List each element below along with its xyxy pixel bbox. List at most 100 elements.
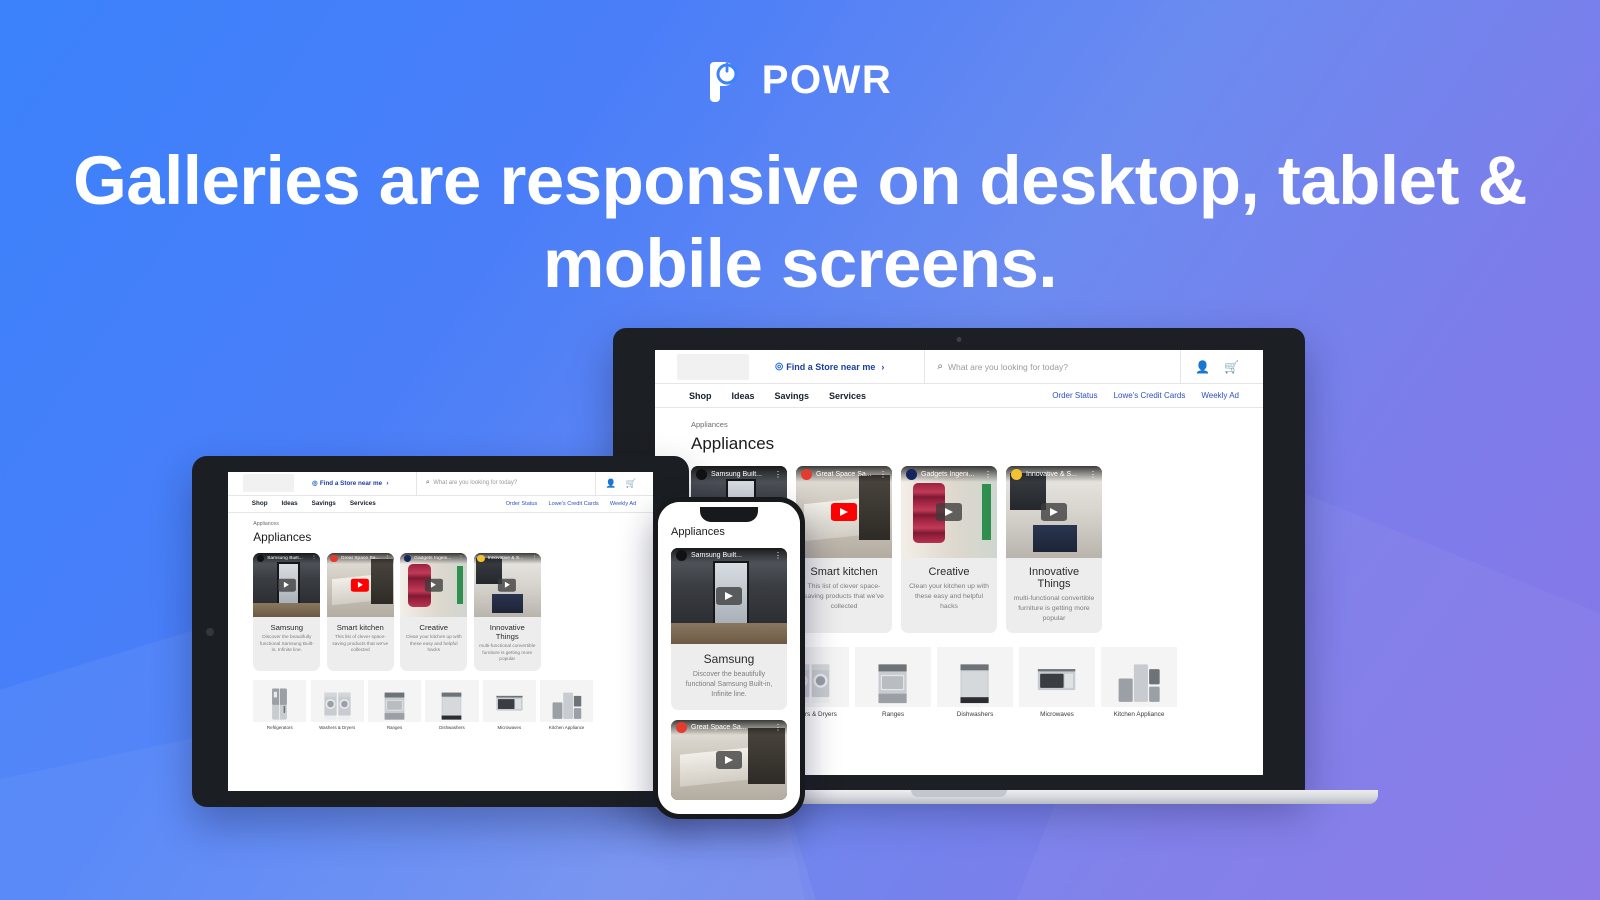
nav-link-2[interactable]: Weekly Ad — [1201, 391, 1239, 400]
nav-item-services[interactable]: Services — [829, 391, 866, 401]
product-category-item[interactable]: Microwaves — [1019, 646, 1095, 718]
youtube-play-icon[interactable] — [424, 578, 443, 592]
youtube-play-icon[interactable] — [716, 587, 742, 605]
video-channel-title: Samsung Built... — [711, 470, 762, 478]
great-space-channel-avatar — [330, 554, 338, 563]
nav-item-savings[interactable]: Savings — [312, 500, 336, 507]
youtube-play-icon[interactable] — [1041, 503, 1067, 521]
nav-item-shop[interactable]: Shop — [252, 500, 268, 507]
youtube-play-icon[interactable] — [831, 503, 857, 521]
video-header-bar: Innovative & S... ⋮ — [473, 552, 541, 565]
nav-link-2[interactable]: Weekly Ad — [610, 501, 636, 507]
youtube-play-icon[interactable] — [498, 578, 517, 592]
card-media[interactable]: Innovative & S... ⋮ — [473, 552, 541, 618]
nav-link-1[interactable]: Lowe's Credit Cards — [1114, 391, 1186, 400]
gallery-card[interactable]: Gadgets Ingeni... ⋮ Creative Clean your kit… — [400, 552, 468, 671]
more-vertical-icon[interactable]: ⋮ — [774, 551, 782, 560]
product-category-label: Microwaves — [1040, 710, 1074, 718]
person-icon-glyph[interactable]: 👤 — [1195, 360, 1210, 374]
shopping-cart-icon[interactable]: 🛒 — [1224, 360, 1239, 374]
phone-mockup: Appliances Samsung Built... ⋮ Samsung Discov… — [653, 497, 805, 819]
product-category-item[interactable]: Dishwashers — [937, 646, 1013, 718]
breadcrumb[interactable]: Appliances — [253, 521, 653, 527]
nav-item-shop[interactable]: Shop — [689, 391, 712, 401]
product-category-item[interactable]: Kitchen Appliance — [540, 680, 594, 730]
nav-item-ideas[interactable]: Ideas — [282, 500, 298, 507]
video-channel-title: Gadgets Ingeni... — [921, 470, 975, 478]
nav-item-ideas[interactable]: Ideas — [732, 391, 755, 401]
find-store-link[interactable]: ◎ Find a Store near me › — [311, 479, 388, 488]
product-image — [367, 680, 422, 723]
card-media[interactable]: Innovative & S... ⋮ — [1006, 466, 1102, 558]
search-field[interactable]: ⌕ What are you looking for today? — [416, 472, 596, 495]
gallery-card[interactable]: Innovative & S... ⋮ Innovative Things multi… — [473, 552, 541, 671]
more-vertical-icon[interactable]: ⋮ — [774, 470, 782, 479]
site-logo-placeholder — [677, 353, 749, 380]
nav-link-0[interactable]: Order Status — [506, 501, 538, 507]
gallery-card[interactable]: Great Space Sa... ⋮ Smart kitchen This list… — [326, 552, 394, 671]
card-media[interactable]: Samsung Built... ⋮ — [253, 552, 321, 618]
play-triangle-icon — [725, 756, 733, 765]
card-media[interactable]: Great Space Sa... ⋮ — [326, 552, 394, 618]
product-category-item[interactable]: Ranges — [855, 646, 931, 718]
play-triangle-icon — [357, 582, 363, 589]
video-channel-title: Samsung Built... — [267, 555, 303, 561]
youtube-play-icon[interactable] — [716, 751, 742, 770]
card-body: Samsung Discover the beautifully function… — [671, 644, 787, 710]
gallery-card[interactable]: Gadgets Ingeni... ⋮ Creative Clean your kit… — [901, 466, 997, 633]
youtube-play-icon[interactable] — [936, 503, 962, 521]
nav-item-savings[interactable]: Savings — [775, 391, 810, 401]
youtube-play-icon[interactable] — [351, 578, 370, 592]
product-category-item[interactable]: Refrigerators — [253, 680, 307, 731]
top-bar-icons: 👤 🛒 — [1195, 360, 1239, 374]
brand-header: POWR — [0, 58, 1600, 102]
nav-link-0[interactable]: Order Status — [1052, 391, 1097, 400]
avatar-glyph — [906, 468, 917, 480]
product-category-item[interactable]: Ranges — [367, 680, 422, 730]
more-vertical-icon[interactable]: ⋮ — [879, 470, 887, 479]
card-body: Innovative Things multi-functional conver… — [1006, 558, 1102, 633]
find-store-link[interactable]: ◎ Find a Store near me › — [775, 361, 884, 372]
location-pin-icon: ◎ — [311, 480, 318, 488]
more-vertical-icon[interactable]: ⋮ — [774, 723, 782, 732]
product-category-item[interactable]: Dishwashers — [425, 680, 479, 731]
gallery-card[interactable]: Samsung Built... ⋮ Samsung Discover the bea… — [253, 552, 321, 671]
person-icon-glyph[interactable]: 👤 — [606, 478, 616, 489]
card-description: Discover the beautifully functional Sams… — [685, 671, 773, 699]
card-media[interactable]: Great Space Sa... ⋮ — [671, 720, 787, 801]
more-vertical-icon[interactable]: ⋮ — [1089, 470, 1097, 479]
card-title: Innovative Things — [489, 622, 525, 641]
site-top-bar: ◎ Find a Store near me › ⌕ What are you look… — [228, 472, 653, 496]
website-preview-tablet: ◎ Find a Store near me › ⌕ What are you look… — [228, 472, 653, 791]
product-category-item[interactable]: Kitchen Appliance — [1101, 646, 1177, 718]
gallery-card[interactable]: Innovative & S... ⋮ Innovative Things multi… — [1006, 466, 1102, 633]
site-logo-placeholder — [243, 474, 294, 493]
product-category-item[interactable]: Microwaves — [482, 680, 536, 730]
youtube-play-icon[interactable] — [277, 578, 296, 592]
more-vertical-icon[interactable]: ⋮ — [458, 555, 464, 561]
product-image — [855, 646, 931, 707]
product-category-item[interactable]: Washers & Dryers — [310, 680, 364, 730]
card-media[interactable]: Gadgets Ingeni... ⋮ — [400, 552, 468, 618]
more-vertical-icon[interactable]: ⋮ — [532, 555, 538, 561]
breadcrumb[interactable]: Appliances — [691, 420, 1263, 429]
product-category-label: Dishwashers — [439, 725, 465, 731]
gallery-card[interactable]: Samsung Built... ⋮ Samsung Discover the bea… — [671, 548, 787, 711]
search-input-placeholder[interactable]: What are you looking for today? — [948, 362, 1068, 372]
product-category-label: Refrigerators — [266, 725, 293, 731]
nav-link-1[interactable]: Lowe's Credit Cards — [548, 501, 598, 507]
card-media[interactable]: Gadgets Ingeni... ⋮ — [901, 466, 997, 558]
tablet-home-button[interactable] — [206, 627, 214, 636]
shopping-cart-icon[interactable]: 🛒 — [626, 478, 636, 489]
search-field[interactable]: ⌕ What are you looking for today? — [924, 350, 1182, 383]
card-title: Smart kitchen — [336, 622, 384, 632]
card-media[interactable]: Samsung Built... ⋮ — [671, 548, 787, 644]
nav-item-services[interactable]: Services — [350, 500, 376, 507]
gallery-card[interactable]: Great Space Sa... ⋮ — [671, 720, 787, 801]
more-vertical-icon[interactable]: ⋮ — [311, 555, 317, 561]
search-input-placeholder[interactable]: What are you looking for today? — [433, 480, 517, 486]
card-media[interactable]: Great Space Sa... ⋮ — [796, 466, 892, 558]
gallery-card[interactable]: Great Space Sa... ⋮ Smart kitchen This list… — [796, 466, 892, 633]
more-vertical-icon[interactable]: ⋮ — [984, 470, 992, 479]
more-vertical-icon[interactable]: ⋮ — [385, 555, 391, 561]
